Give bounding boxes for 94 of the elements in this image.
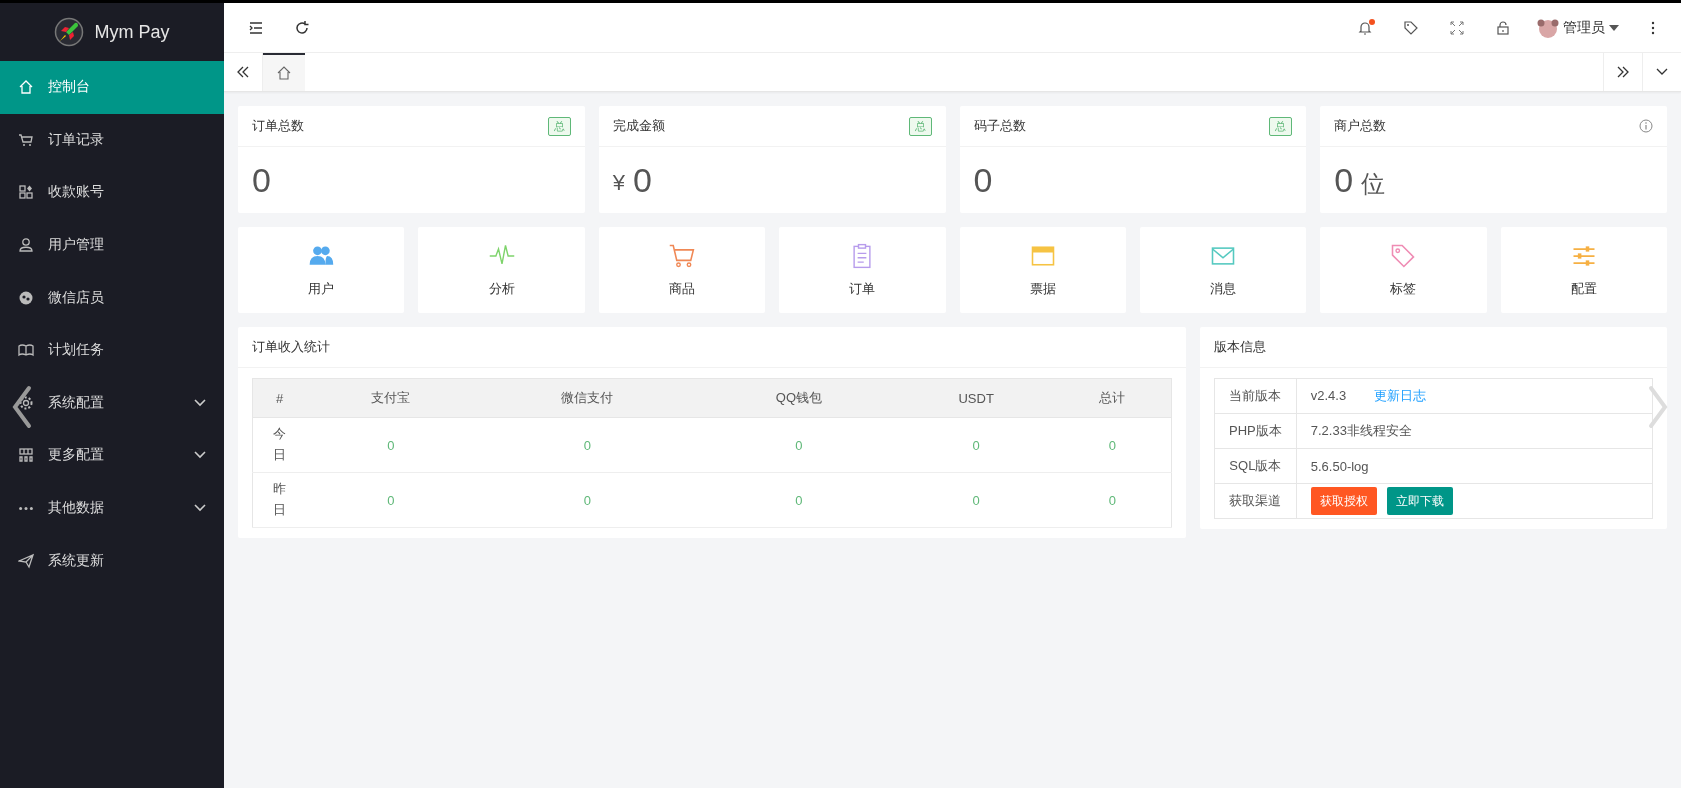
info-value: 7.2.33非线程安全 (1310, 423, 1412, 438)
nav-item[interactable]: 控制台 (0, 61, 224, 114)
ellipsis-icon (19, 506, 33, 511)
grid-icon (18, 184, 34, 201)
nav-item[interactable]: 更多配置 (0, 429, 224, 482)
shortcut-label: 标签 (1390, 280, 1417, 298)
info-icon[interactable] (1639, 119, 1653, 133)
shortcut-card[interactable]: 消息 (1139, 227, 1307, 313)
shortcut-label: 消息 (1210, 280, 1237, 298)
table-cell: 0 (1053, 417, 1172, 473)
nav-item[interactable]: 计划任务 (0, 323, 224, 377)
table-cell: 0 (475, 472, 700, 528)
row-label: 今日 (273, 425, 286, 464)
column-header: QQ钱包 (699, 378, 899, 418)
download-button[interactable]: 立即下载 (1386, 487, 1453, 515)
stat-value: 0 (633, 160, 652, 200)
stat-value: 0 (252, 160, 271, 200)
double-chevron-right-icon[interactable] (1615, 64, 1631, 80)
nav-item[interactable]: 系统更新 (0, 534, 224, 587)
tag-icon[interactable] (1403, 19, 1419, 36)
shortcut-label: 配置 (1570, 280, 1597, 298)
chevron-left-icon[interactable] (12, 385, 32, 429)
shortcut-card[interactable]: 商品 (598, 227, 766, 313)
info-label: PHP版本 (1214, 413, 1297, 449)
double-chevron-left-icon[interactable] (235, 64, 251, 80)
fullscreen-icon[interactable] (1449, 19, 1465, 36)
shortcut-card[interactable]: 票据 (959, 227, 1126, 313)
badge: 总 (908, 116, 932, 136)
nav-item[interactable]: 用户管理 (0, 218, 224, 272)
table-cell: 0 (306, 417, 476, 473)
table-cell: 0 (699, 472, 899, 528)
column-header: 微信支付 (475, 378, 700, 418)
nav-item[interactable]: 微信店员 (0, 271, 224, 324)
caret-down-icon (1609, 24, 1619, 31)
table-cell: 0 (898, 472, 1054, 528)
gear-icon (18, 394, 34, 411)
table-cell: 0 (898, 417, 1054, 473)
rocket-logo-icon (54, 17, 85, 47)
shortcut-label: 商品 (668, 280, 695, 298)
stat-value: 0 (1334, 160, 1354, 200)
info-label: 获取渠道 (1214, 483, 1297, 519)
column-header: USDT (898, 378, 1054, 418)
bell-icon[interactable] (1357, 19, 1373, 36)
shortcut-card[interactable]: 用户 (238, 227, 405, 313)
lock-icon[interactable] (1495, 19, 1511, 36)
card-title: 订单收入统计 (252, 338, 330, 356)
home-icon (276, 65, 292, 81)
nav-item[interactable]: 其他数据 (0, 481, 224, 535)
user-icon (18, 237, 34, 254)
info-value: v2.4.3 (1310, 388, 1347, 403)
table-cell: 0 (306, 472, 476, 528)
row-label: 昨日 (273, 480, 286, 519)
nav-item[interactable]: 系统配置 (0, 376, 224, 430)
grid-icon (18, 447, 34, 464)
nav-item[interactable]: 收款账号 (0, 166, 224, 219)
user-menu[interactable]: 管理员 (1531, 16, 1625, 39)
cart-icon (18, 131, 34, 148)
column-header: 支付宝 (306, 378, 476, 418)
table-cell: 0 (475, 417, 700, 473)
shortcut-card[interactable]: 配置 (1500, 227, 1667, 313)
info-value: 5.6.50-log (1310, 458, 1369, 474)
logo-text: Mym Pay (94, 21, 170, 43)
card-title: 版本信息 (1214, 338, 1266, 356)
column-header: # (252, 378, 306, 418)
badge: 总 (547, 116, 571, 136)
shortcut-card[interactable]: 订单 (779, 227, 946, 313)
unit-label: 位 (1361, 169, 1386, 199)
cart-icon (667, 242, 696, 270)
nav-item[interactable]: 订单记录 (0, 113, 224, 167)
shortcut-card[interactable]: 标签 (1320, 227, 1487, 313)
badge: 总 (1269, 116, 1293, 136)
info-label: SQL版本 (1214, 448, 1297, 484)
card-title: 完成金额 (612, 117, 665, 135)
paper-plane-icon (18, 552, 34, 569)
home-tab[interactable] (263, 53, 305, 91)
info-label: 当前版本 (1214, 378, 1297, 414)
card-title: 商户总数 (1334, 117, 1387, 135)
shortcut-card[interactable]: 分析 (418, 227, 585, 313)
shortcut-label: 票据 (1029, 280, 1056, 298)
card-title: 码子总数 (973, 117, 1026, 135)
currency-symbol: ¥ (612, 170, 625, 196)
shortcut-label: 分析 (488, 280, 515, 298)
card-title: 订单总数 (252, 117, 304, 135)
table-cell: 0 (1053, 472, 1172, 528)
refresh-icon[interactable] (294, 19, 310, 36)
chat-icon (18, 289, 34, 306)
home-icon (18, 79, 34, 96)
column-header: 总计 (1053, 378, 1172, 418)
stat-value: 0 (973, 160, 993, 200)
shortcut-label: 用户 (308, 280, 335, 298)
book-icon (18, 342, 34, 359)
table-cell: 0 (699, 417, 899, 473)
shortcut-label: 订单 (849, 280, 876, 298)
menu-icon[interactable] (248, 19, 264, 36)
